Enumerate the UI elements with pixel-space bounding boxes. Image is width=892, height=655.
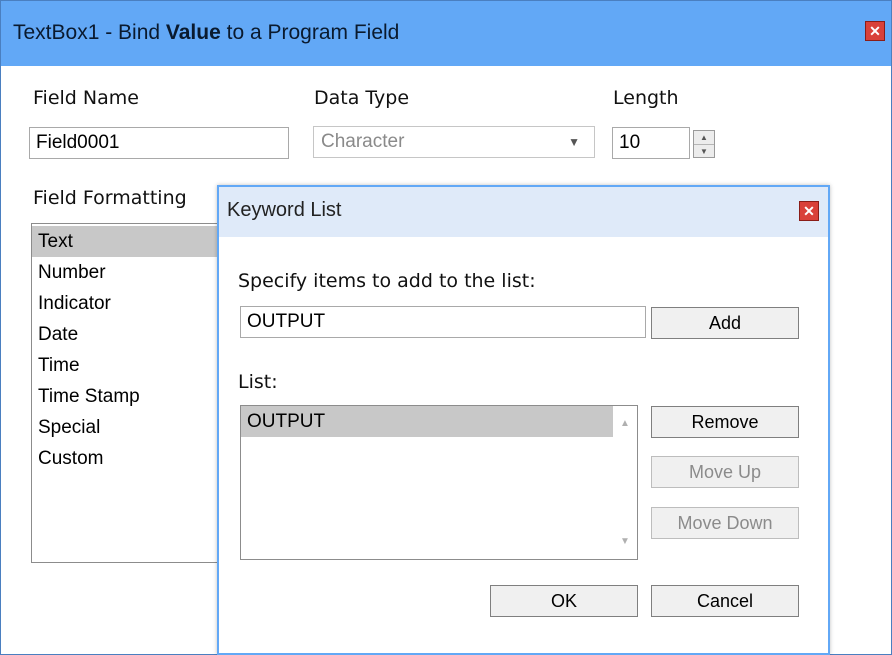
window-title: TextBox1 - Bind Value to a Program Field <box>13 21 400 44</box>
field-formatting-label: Field Formatting <box>33 187 187 209</box>
field-name-label: Field Name <box>33 87 139 109</box>
field-name-input[interactable]: Field0001 <box>29 127 289 159</box>
list-item[interactable]: Time Stamp <box>32 381 230 412</box>
scroll-down-icon[interactable]: ▼ <box>613 536 637 547</box>
list-item[interactable]: Custom <box>32 443 230 474</box>
move-up-button[interactable]: Move Up <box>651 456 799 488</box>
keyword-listbox[interactable]: OUTPUT ▲ ▼ <box>240 405 638 560</box>
length-input[interactable]: 10 <box>612 127 690 159</box>
add-button[interactable]: Add <box>651 307 799 339</box>
remove-button[interactable]: Remove <box>651 406 799 438</box>
data-type-label: Data Type <box>314 87 410 109</box>
list-item[interactable]: Date <box>32 319 230 350</box>
formatting-list[interactable]: Text Number Indicator Date Time Time Sta… <box>31 223 231 563</box>
dialog-titlebar: Keyword List ✕ <box>219 187 828 237</box>
list-item[interactable]: OUTPUT <box>241 406 613 437</box>
list-item[interactable]: Indicator <box>32 288 230 319</box>
list-item[interactable]: Special <box>32 412 230 443</box>
move-down-button[interactable]: Move Down <box>651 507 799 539</box>
list-item[interactable]: Number <box>32 257 230 288</box>
window-titlebar: TextBox1 - Bind Value to a Program Field… <box>1 1 891 66</box>
list-label: List: <box>238 371 278 393</box>
length-label: Length <box>613 87 679 109</box>
list-item[interactable]: Text <box>32 226 230 257</box>
close-icon[interactable]: ✕ <box>865 21 885 41</box>
scroll-up-icon[interactable]: ▲ <box>613 418 637 429</box>
dropdown-arrow-icon: ▼ <box>568 135 580 149</box>
dialog-title: Keyword List <box>227 199 342 221</box>
keyword-list-dialog: Keyword List ✕ Specify items to add to t… <box>217 185 830 655</box>
spin-down-icon[interactable]: ▼ <box>694 145 714 158</box>
instruction-label: Specify items to add to the list: <box>238 270 536 292</box>
data-type-select[interactable]: Character ▼ <box>313 126 595 158</box>
ok-button[interactable]: OK <box>490 585 638 617</box>
dialog-close-icon[interactable]: ✕ <box>799 201 819 221</box>
data-type-value: Character <box>321 131 405 152</box>
cancel-button[interactable]: Cancel <box>651 585 799 617</box>
keyword-input[interactable]: OUTPUT <box>240 306 646 338</box>
spin-up-icon[interactable]: ▲ <box>694 131 714 145</box>
length-spinner[interactable]: ▲ ▼ <box>693 130 715 158</box>
listbox-scrollbar[interactable]: ▲ ▼ <box>613 406 637 559</box>
list-item[interactable]: Time <box>32 350 230 381</box>
